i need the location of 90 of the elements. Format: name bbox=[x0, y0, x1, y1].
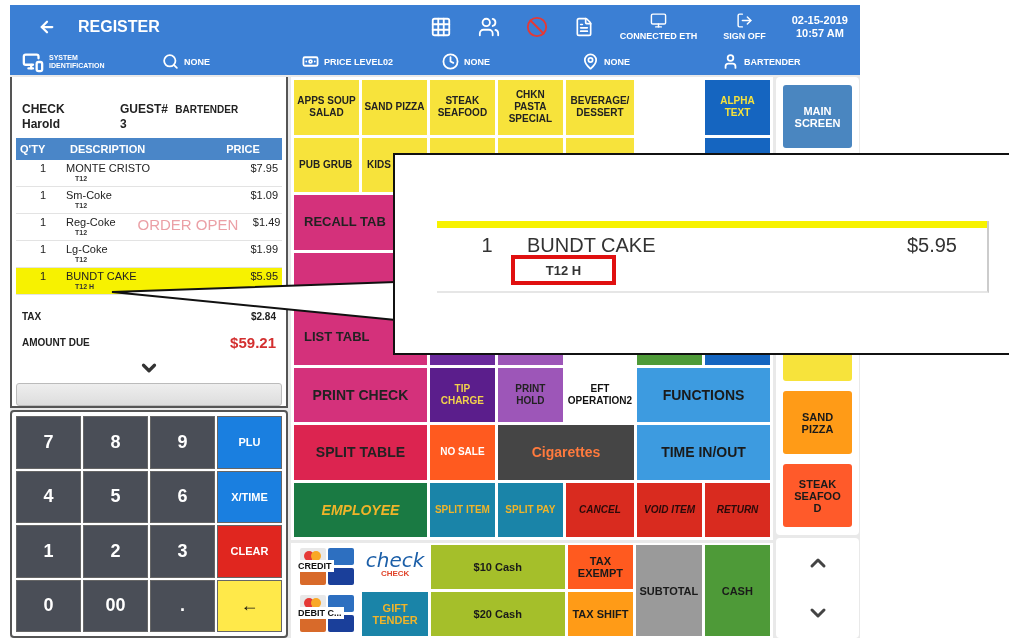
item-name: MONTE CRISTO bbox=[66, 161, 151, 176]
tender-button[interactable]: TAX EXEMPT bbox=[567, 545, 634, 589]
menu-button[interactable]: RETURN bbox=[705, 482, 770, 537]
column-header: DESCRIPTION bbox=[70, 143, 147, 156]
tender-button[interactable]: CASH bbox=[704, 545, 770, 636]
keypad-key[interactable]: 00 bbox=[83, 579, 148, 632]
menu-button[interactable]: SAND PIZZA bbox=[361, 80, 427, 135]
category-button[interactable]: STEAK SEAFOOD bbox=[783, 464, 852, 527]
item-price: $1.99 bbox=[249, 242, 278, 256]
item-name: Sm-Coke bbox=[66, 188, 112, 203]
keypad-key[interactable]: 2 bbox=[83, 525, 148, 578]
menu-button[interactable]: CANCEL bbox=[565, 482, 635, 537]
keypad-key[interactable]: 6 bbox=[150, 470, 215, 523]
keypad-key[interactable]: 3 bbox=[150, 525, 215, 578]
tax-label: TAX bbox=[22, 310, 42, 322]
quantity: 1 bbox=[38, 242, 48, 256]
item-price: $1.09 bbox=[249, 188, 278, 202]
keypad-key[interactable]: CLEAR bbox=[217, 525, 282, 578]
keypad-key[interactable]: 9 bbox=[150, 416, 215, 469]
time-text: 10:57 AM bbox=[795, 26, 844, 40]
person-icon[interactable] bbox=[722, 53, 739, 70]
monitor-icon bbox=[649, 12, 667, 29]
quantity: 1 bbox=[38, 188, 48, 202]
column-header: Q'TY bbox=[20, 143, 47, 156]
info-label: BARTENDER bbox=[744, 57, 801, 66]
category-button[interactable]: SAND PIZZA bbox=[783, 391, 852, 454]
amount-due-label: AMOUNT DUE bbox=[22, 336, 90, 348]
column-header: PRICE bbox=[225, 143, 261, 156]
item-name: Lg-Coke bbox=[66, 242, 108, 257]
info-label: PRICE LEVEL02 bbox=[324, 57, 394, 66]
keypad-key[interactable]: PLU bbox=[217, 416, 282, 469]
grid-icon[interactable] bbox=[429, 15, 452, 38]
keypad-key[interactable]: ← bbox=[217, 579, 282, 632]
people-icon[interactable] bbox=[477, 15, 500, 38]
category-button[interactable]: MAIN SCREEN bbox=[783, 85, 852, 148]
guest-count: 3 bbox=[120, 117, 128, 132]
sign-off-button[interactable]: SIGN OFF bbox=[723, 12, 766, 41]
menu-button[interactable]: APPS SOUP SALAD bbox=[294, 80, 359, 135]
map-pin-icon[interactable] bbox=[582, 53, 599, 70]
keypad-key[interactable]: 0 bbox=[16, 579, 81, 632]
item-price: $1.49 bbox=[251, 215, 281, 229]
keypad-key[interactable]: 8 bbox=[83, 416, 148, 469]
input-field[interactable] bbox=[16, 383, 282, 406]
tender-button[interactable]: TAX SHIFT bbox=[567, 592, 634, 636]
menu-button[interactable]: VOID ITEM bbox=[637, 482, 703, 537]
info-label: NONE bbox=[184, 57, 210, 66]
menu-button[interactable]: TIME IN/OUT bbox=[637, 425, 770, 480]
item-price: $5.95 bbox=[249, 269, 278, 283]
quantity: 1 bbox=[480, 234, 494, 257]
seat-tag: T12 H bbox=[511, 255, 616, 285]
item-price: $5.95 bbox=[905, 234, 958, 257]
keypad-key[interactable]: 4 bbox=[16, 470, 81, 523]
date-text: 02-15-2019 bbox=[791, 13, 848, 27]
quantity: 1 bbox=[38, 269, 48, 283]
item-name: Reg-Coke bbox=[66, 215, 116, 230]
menu-button[interactable]: STEAK SEAFOOD bbox=[429, 80, 495, 135]
tender-button[interactable]: SUBTOTAL bbox=[636, 545, 702, 636]
order-status-watermark: ORDER OPEN bbox=[137, 215, 239, 236]
quantity: 1 bbox=[38, 161, 48, 175]
exit-icon bbox=[735, 12, 753, 29]
menu-button[interactable]: FUNCTIONS bbox=[637, 367, 770, 422]
menu-button[interactable]: ALPHA TEXT bbox=[705, 80, 770, 135]
banknote-icon[interactable] bbox=[302, 53, 319, 70]
tender-button[interactable]: $10 Cash bbox=[430, 545, 565, 589]
tax-amount: $2.84 bbox=[250, 310, 276, 322]
menu-button[interactable]: CHKN PASTA SPECIAL bbox=[497, 80, 563, 135]
check-name: Harold bbox=[22, 117, 61, 132]
item-name: BUNDT CAKE bbox=[66, 269, 137, 284]
info-label: NONE bbox=[464, 57, 490, 66]
keypad-key[interactable]: . bbox=[150, 579, 215, 632]
quantity: 1 bbox=[38, 215, 48, 229]
info-label: NONE bbox=[604, 57, 630, 66]
screen-title: REGISTER bbox=[78, 17, 160, 36]
menu-button[interactable]: BEVERAGE/ DESSERT bbox=[565, 80, 635, 135]
connection-status[interactable]: CONNECTED ETH bbox=[619, 12, 698, 41]
menu-button[interactable]: TIP CHARGE bbox=[429, 367, 495, 422]
item-name: BUNDT CAKE bbox=[527, 234, 657, 257]
clock-icon[interactable] bbox=[442, 53, 459, 70]
item-price: $7.95 bbox=[249, 161, 278, 175]
amount-due: $59.21 bbox=[230, 333, 276, 351]
keypad-key[interactable]: 7 bbox=[16, 416, 81, 469]
keypad-key[interactable]: 5 bbox=[83, 470, 148, 523]
keypad-key[interactable]: X/TIME bbox=[217, 470, 282, 523]
menu-button[interactable]: PUB GRUB bbox=[294, 137, 359, 192]
search-icon[interactable] bbox=[162, 53, 179, 70]
menu-button[interactable]: Cigarettes bbox=[497, 425, 635, 480]
tender-button[interactable]: $20 Cash bbox=[430, 592, 565, 636]
check-label: CHECK bbox=[22, 102, 66, 117]
keypad-key[interactable]: 1 bbox=[16, 525, 81, 578]
guest-label: GUEST# BARTENDER bbox=[120, 102, 240, 117]
